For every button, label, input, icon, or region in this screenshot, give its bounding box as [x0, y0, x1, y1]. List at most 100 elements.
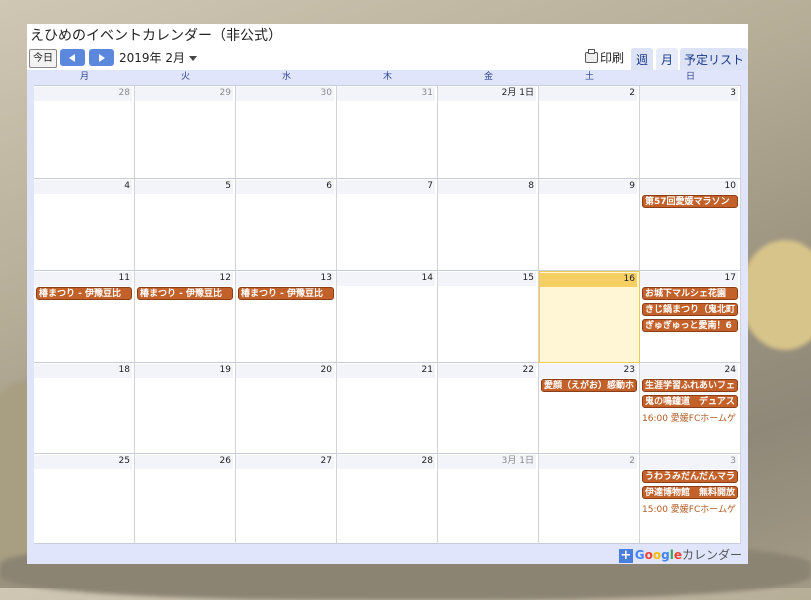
day-number: 28 — [337, 455, 435, 469]
day-cell[interactable]: 12 椿まつり - 伊豫豆比 — [135, 271, 236, 363]
day-cell[interactable]: 5 — [135, 179, 236, 271]
current-date[interactable]: 2019年 2月 — [119, 49, 185, 66]
next-month-button[interactable] — [89, 49, 114, 66]
day-number: 4 — [34, 180, 132, 194]
event-chip[interactable]: 第57回愛媛マラソン — [642, 195, 738, 208]
day-cell[interactable]: 23 愛顔（えがお）感動ホ — [539, 363, 640, 454]
day-cell[interactable]: 31 — [337, 86, 438, 179]
day-cell[interactable]: 8 — [438, 179, 539, 271]
week-row: 25 26 27 28 3月 1日 2 3 うわうみだんだんマラ 伊達博物館 無料開放 15:00… — [34, 454, 741, 544]
weekday-label: 月 — [79, 72, 89, 82]
weekday-label: 火 — [180, 72, 190, 82]
day-cell[interactable]: 14 — [337, 271, 438, 363]
weekday-label: 日 — [685, 72, 695, 82]
day-number: 28 — [34, 87, 132, 101]
day-number: 8 — [438, 180, 536, 194]
day-cell[interactable]: 10 第57回愛媛マラソン — [640, 179, 741, 271]
event-chip[interactable]: 椿まつり - 伊豫豆比 — [36, 287, 132, 300]
day-cell[interactable]: 9 — [539, 179, 640, 271]
calendar-grid: 月火水木金土日 28 29 30 31 2月 1日 2 3 4 5 6 7 8 9 10 第57回愛媛マラソ… — [27, 70, 748, 564]
tab-week[interactable]: 週 — [631, 48, 653, 72]
day-cell[interactable]: 13 椿まつり - 伊豫豆比 — [236, 271, 337, 363]
event-chip[interactable]: ぎゅぎゅっと愛南！6 — [642, 319, 738, 332]
event-timed[interactable]: 15:00 愛媛FCホームゲ — [642, 502, 740, 514]
day-cell[interactable]: 29 — [135, 86, 236, 179]
event-chip[interactable]: 生涯学習ふれあいフェ — [642, 379, 738, 392]
event-chip[interactable]: うわうみだんだんマラ — [642, 470, 738, 483]
day-cell[interactable]: 3 — [640, 86, 741, 179]
day-cell[interactable]: 2月 1日 — [438, 86, 539, 179]
plus-icon: + — [618, 547, 633, 563]
weekday-label: 金 — [483, 72, 493, 82]
day-number: 10 — [640, 180, 738, 194]
day-cell[interactable]: 2 — [539, 86, 640, 179]
event-chip[interactable]: 伊達博物館 無料開放 — [642, 486, 738, 499]
day-number: 7 — [337, 180, 435, 194]
day-number: 27 — [236, 455, 334, 469]
event-chip[interactable]: 椿まつり - 伊豫豆比 — [137, 287, 233, 300]
day-number: 2月 1日 — [438, 87, 536, 101]
day-cell[interactable]: 24 生涯学習ふれあいフェ 鬼の鳴鐘道 デュアス 16:00 愛媛FCホームゲ — [640, 363, 741, 454]
day-cell[interactable]: 7 — [337, 179, 438, 271]
day-cell-today[interactable]: 16 — [539, 271, 640, 363]
day-cell[interactable]: 28 — [337, 454, 438, 544]
day-number: 17 — [640, 272, 738, 286]
google-logo: Google — [634, 548, 682, 562]
day-cell[interactable]: 6 — [236, 179, 337, 271]
day-number: 23 — [539, 364, 637, 378]
event-chip[interactable]: きじ鍋まつり（鬼北町 — [642, 303, 738, 316]
day-cell[interactable]: 17 お城下マルシェ花園 きじ鍋まつり（鬼北町 ぎゅぎゅっと愛南！6 — [640, 271, 741, 363]
print-button[interactable]: 印刷 — [585, 49, 624, 66]
weekday-label: 木 — [382, 72, 392, 82]
day-number: 16 — [540, 273, 637, 287]
day-cell[interactable]: 25 — [34, 454, 135, 544]
event-chip[interactable]: 愛顔（えがお）感動ホ — [541, 379, 637, 392]
day-cell[interactable]: 26 — [135, 454, 236, 544]
day-number: 20 — [236, 364, 334, 378]
weekday-label: 土 — [584, 72, 594, 82]
event-timed[interactable]: 16:00 愛媛FCホームゲ — [642, 411, 740, 423]
day-number: 3月 1日 — [438, 455, 536, 469]
day-number: 26 — [135, 455, 233, 469]
day-number: 22 — [438, 364, 536, 378]
day-cell[interactable]: 11 椿まつり - 伊豫豆比 — [34, 271, 135, 363]
day-cell[interactable]: 21 — [337, 363, 438, 454]
day-cell[interactable]: 28 — [34, 86, 135, 179]
day-cell[interactable]: 18 — [34, 363, 135, 454]
tab-month[interactable]: 月 — [656, 48, 678, 72]
arrow-left-icon — [69, 54, 75, 62]
day-cell[interactable]: 3 うわうみだんだんマラ 伊達博物館 無料開放 15:00 愛媛FCホームゲ — [640, 454, 741, 544]
google-calendar-link[interactable]: + Googleカレンダー — [618, 546, 742, 564]
day-cell[interactable]: 20 — [236, 363, 337, 454]
day-cell[interactable]: 2 — [539, 454, 640, 544]
day-number: 24 — [640, 364, 738, 378]
day-number: 11 — [34, 272, 132, 286]
day-cell[interactable]: 30 — [236, 86, 337, 179]
event-chip[interactable]: 椿まつり - 伊豫豆比 — [238, 287, 334, 300]
day-number: 15 — [438, 272, 536, 286]
week-row: 4 5 6 7 8 9 10 第57回愛媛マラソン — [34, 179, 741, 271]
day-number: 9 — [539, 180, 637, 194]
day-number: 5 — [135, 180, 233, 194]
weekday-header: 月火水木金土日 — [34, 70, 740, 85]
weekday-label: 水 — [281, 72, 291, 82]
day-number: 25 — [34, 455, 132, 469]
prev-month-button[interactable] — [60, 49, 85, 66]
day-cell[interactable]: 22 — [438, 363, 539, 454]
chevron-down-icon[interactable] — [189, 56, 197, 61]
calendar-title: えひめのイベントカレンダー（非公式） — [30, 28, 282, 44]
day-number: 19 — [135, 364, 233, 378]
week-row: 18 19 20 21 22 23 愛顔（えがお）感動ホ 24 生涯学習ふれあいフェ 鬼の鳴鐘道 … — [34, 363, 741, 454]
day-number: 13 — [236, 272, 334, 286]
day-cell[interactable]: 15 — [438, 271, 539, 363]
day-cell[interactable]: 19 — [135, 363, 236, 454]
day-cell[interactable]: 27 — [236, 454, 337, 544]
day-cell[interactable]: 3月 1日 — [438, 454, 539, 544]
toolbar: 今日 2019年 2月 印刷 週 月 予定リスト — [29, 48, 748, 72]
tab-agenda[interactable]: 予定リスト — [680, 48, 748, 72]
day-cell[interactable]: 4 — [34, 179, 135, 271]
week-row: 28 29 30 31 2月 1日 2 3 — [34, 86, 741, 179]
today-button[interactable]: 今日 — [29, 49, 57, 68]
event-chip[interactable]: お城下マルシェ花園 — [642, 287, 738, 300]
event-chip[interactable]: 鬼の鳴鐘道 デュアス — [642, 395, 738, 408]
